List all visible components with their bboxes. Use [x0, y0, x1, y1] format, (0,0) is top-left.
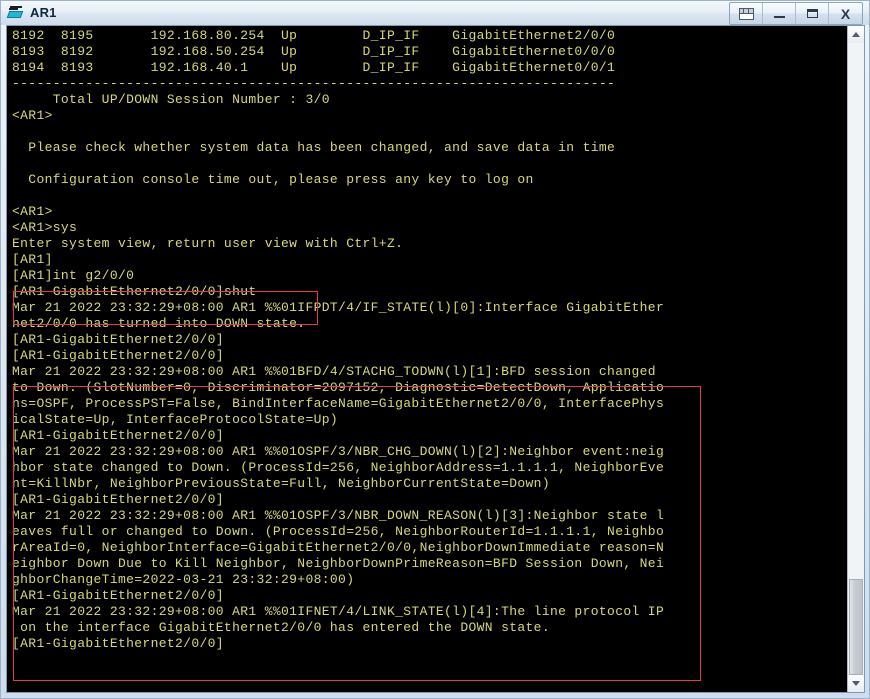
terminal-line: [AR1-GigabitEthernet2/0/0]	[12, 588, 224, 603]
terminal-line: ----------------------------------------…	[12, 76, 616, 91]
maximize-button[interactable]	[796, 3, 829, 24]
scrollbar-thumb[interactable]	[849, 579, 863, 675]
terminal-line: <AR1>sys	[12, 220, 78, 235]
close-button[interactable]: X	[829, 3, 862, 24]
terminal-line: [AR1]	[12, 252, 53, 267]
terminal-line: [AR1]int g2/0/0	[12, 268, 135, 283]
terminal-line: <AR1>	[12, 108, 53, 123]
terminal-output[interactable]: 8192 8195 192.168.80.254 Up D_IP_IF Giga…	[7, 26, 847, 692]
terminal-window: AR1 X 8192 8195 192.168.80.254 Up D_IP_I…	[0, 0, 870, 699]
terminal-line: Please check whether system data has bee…	[12, 140, 616, 155]
terminal-line: [AR1-GigabitEthernet2/0/0]	[12, 332, 224, 347]
terminal-line: net2/0/0 has turned into DOWN state.	[12, 316, 306, 331]
terminal-line: Mar 21 2022 23:32:29+08:00 AR1 %%01OSPF/…	[12, 508, 665, 523]
terminal-line: Mar 21 2022 23:32:29+08:00 AR1 %%01IFPDT…	[12, 300, 665, 315]
terminal-line: [AR1-GigabitEthernet2/0/0]shut	[12, 284, 257, 299]
terminal-line: icalState=Up, InterfaceProtocolState=Up)	[12, 412, 339, 427]
minimize-icon	[773, 15, 785, 18]
terminal-line: 8193 8192 192.168.50.254 Up D_IP_IF Giga…	[12, 44, 616, 59]
scroll-up-arrow-icon	[852, 32, 860, 37]
terminal-line: 8194 8193 192.168.40.1 Up D_IP_IF Gigabi…	[12, 60, 616, 75]
maximize-icon	[806, 9, 818, 18]
terminal-line: eaves full or changed to Down. (ProcessI…	[12, 524, 665, 539]
terminal-line: ghborChangeTime=2022-03-21 23:32:29+08:0…	[12, 572, 355, 587]
terminal-line: hbor state changed to Down. (ProcessId=2…	[12, 460, 665, 475]
terminal-line: ns=OSPF, ProcessPST=False, BindInterface…	[12, 396, 665, 411]
terminal-line: Mar 21 2022 23:32:29+08:00 AR1 %%01BFD/4…	[12, 364, 656, 379]
terminal-line: Configuration console time out, please p…	[12, 172, 534, 187]
window-titlebar[interactable]: AR1 X	[1, 1, 869, 25]
tile-windows-icon	[738, 7, 754, 20]
minimize-button[interactable]	[763, 3, 796, 24]
terminal-line: nt=KillNbr, NeighborPreviousState=Full, …	[12, 476, 550, 491]
terminal-text: 8192 8195 192.168.80.254 Up D_IP_IF Giga…	[9, 28, 847, 652]
window-title: AR1	[30, 5, 57, 20]
terminal-line: Total UP/DOWN Session Number : 3/0	[12, 92, 330, 107]
terminal-line: [AR1-GigabitEthernet2/0/0]	[12, 636, 224, 651]
terminal-line: Mar 21 2022 23:32:29+08:00 AR1 %%01OSPF/…	[12, 444, 665, 459]
tile-windows-button[interactable]	[730, 3, 763, 24]
vertical-scrollbar[interactable]	[847, 26, 864, 692]
scroll-up-button[interactable]	[848, 26, 864, 43]
scroll-down-arrow-icon	[852, 681, 860, 686]
terminal-line: to Down. (SlotNumber=0, Discriminator=20…	[12, 380, 665, 395]
terminal-line: 8192 8195 192.168.80.254 Up D_IP_IF Giga…	[12, 28, 616, 43]
scrollbar-track[interactable]	[848, 43, 864, 675]
terminal-line: <AR1>	[12, 204, 53, 219]
console-area: 8192 8195 192.168.80.254 Up D_IP_IF Giga…	[6, 25, 865, 693]
terminal-line: [AR1-GigabitEthernet2/0/0]	[12, 348, 224, 363]
terminal-line: Enter system view, return user view with…	[12, 236, 404, 251]
terminal-line: Mar 21 2022 23:32:29+08:00 AR1 %%01IFNET…	[12, 604, 665, 619]
terminal-line: rAreaId=0, NeighborInterface=GigabitEthe…	[12, 540, 665, 555]
terminal-line: on the interface GigabitEthernet2/0/0 ha…	[12, 620, 550, 635]
router-icon	[6, 4, 25, 22]
terminal-line: [AR1-GigabitEthernet2/0/0]	[12, 492, 224, 507]
terminal-line: eighbor Down Due to Kill Neighbor, Neigh…	[12, 556, 665, 571]
terminal-line: [AR1-GigabitEthernet2/0/0]	[12, 428, 224, 443]
close-icon: X	[840, 5, 851, 22]
scroll-down-button[interactable]	[848, 675, 864, 692]
window-controls: X	[729, 2, 863, 25]
